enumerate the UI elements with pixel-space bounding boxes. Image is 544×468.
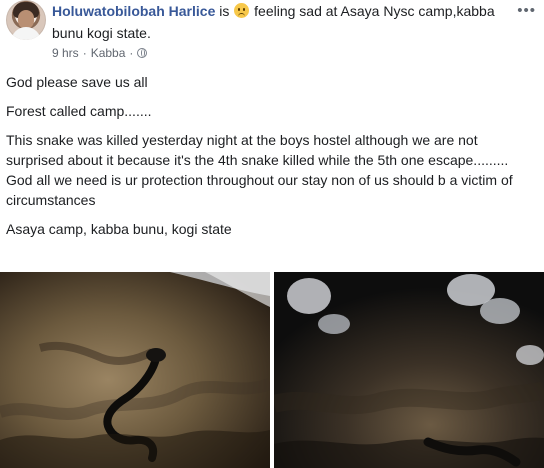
sad-face-mouth (238, 13, 246, 17)
author-name[interactable]: Holuwatobilobah Harlice (52, 3, 215, 19)
post-header: Holuwatobilobah Harlice is feeling sad a… (0, 0, 544, 66)
sad-face-icon (234, 3, 250, 18)
post-line-1: God please save us all (6, 74, 148, 90)
post-line-5: Asaya camp, kabba bunu, kogi state (6, 221, 232, 237)
avatar-shirt (11, 27, 41, 40)
more-icon[interactable]: ••• (517, 3, 536, 18)
avatar[interactable] (6, 0, 46, 40)
post-body: God please save us all Forest called cam… (6, 72, 538, 248)
post-line-2: Forest called camp....... (6, 103, 152, 119)
post-line-4: God all we need is ur protection through… (6, 172, 513, 208)
post-headline: Holuwatobilobah Harlice is feeling sad a… (52, 0, 522, 44)
globe-icon (137, 48, 148, 58)
post-meta: 9 hrs · Kabba · (52, 46, 148, 60)
post-time[interactable]: 9 hrs (52, 46, 79, 60)
snake-photo-left (0, 272, 270, 468)
meta-separator: · (82, 46, 87, 60)
status-prefix: is (215, 3, 234, 19)
meta-separator-2: · (129, 46, 134, 60)
snake-photo-right (274, 272, 544, 468)
post-location[interactable]: Kabba (91, 46, 126, 60)
post-photo-right[interactable] (274, 272, 544, 468)
post-line-3: This snake was killed yesterday night at… (6, 132, 509, 168)
post-photo-left[interactable] (0, 272, 270, 468)
